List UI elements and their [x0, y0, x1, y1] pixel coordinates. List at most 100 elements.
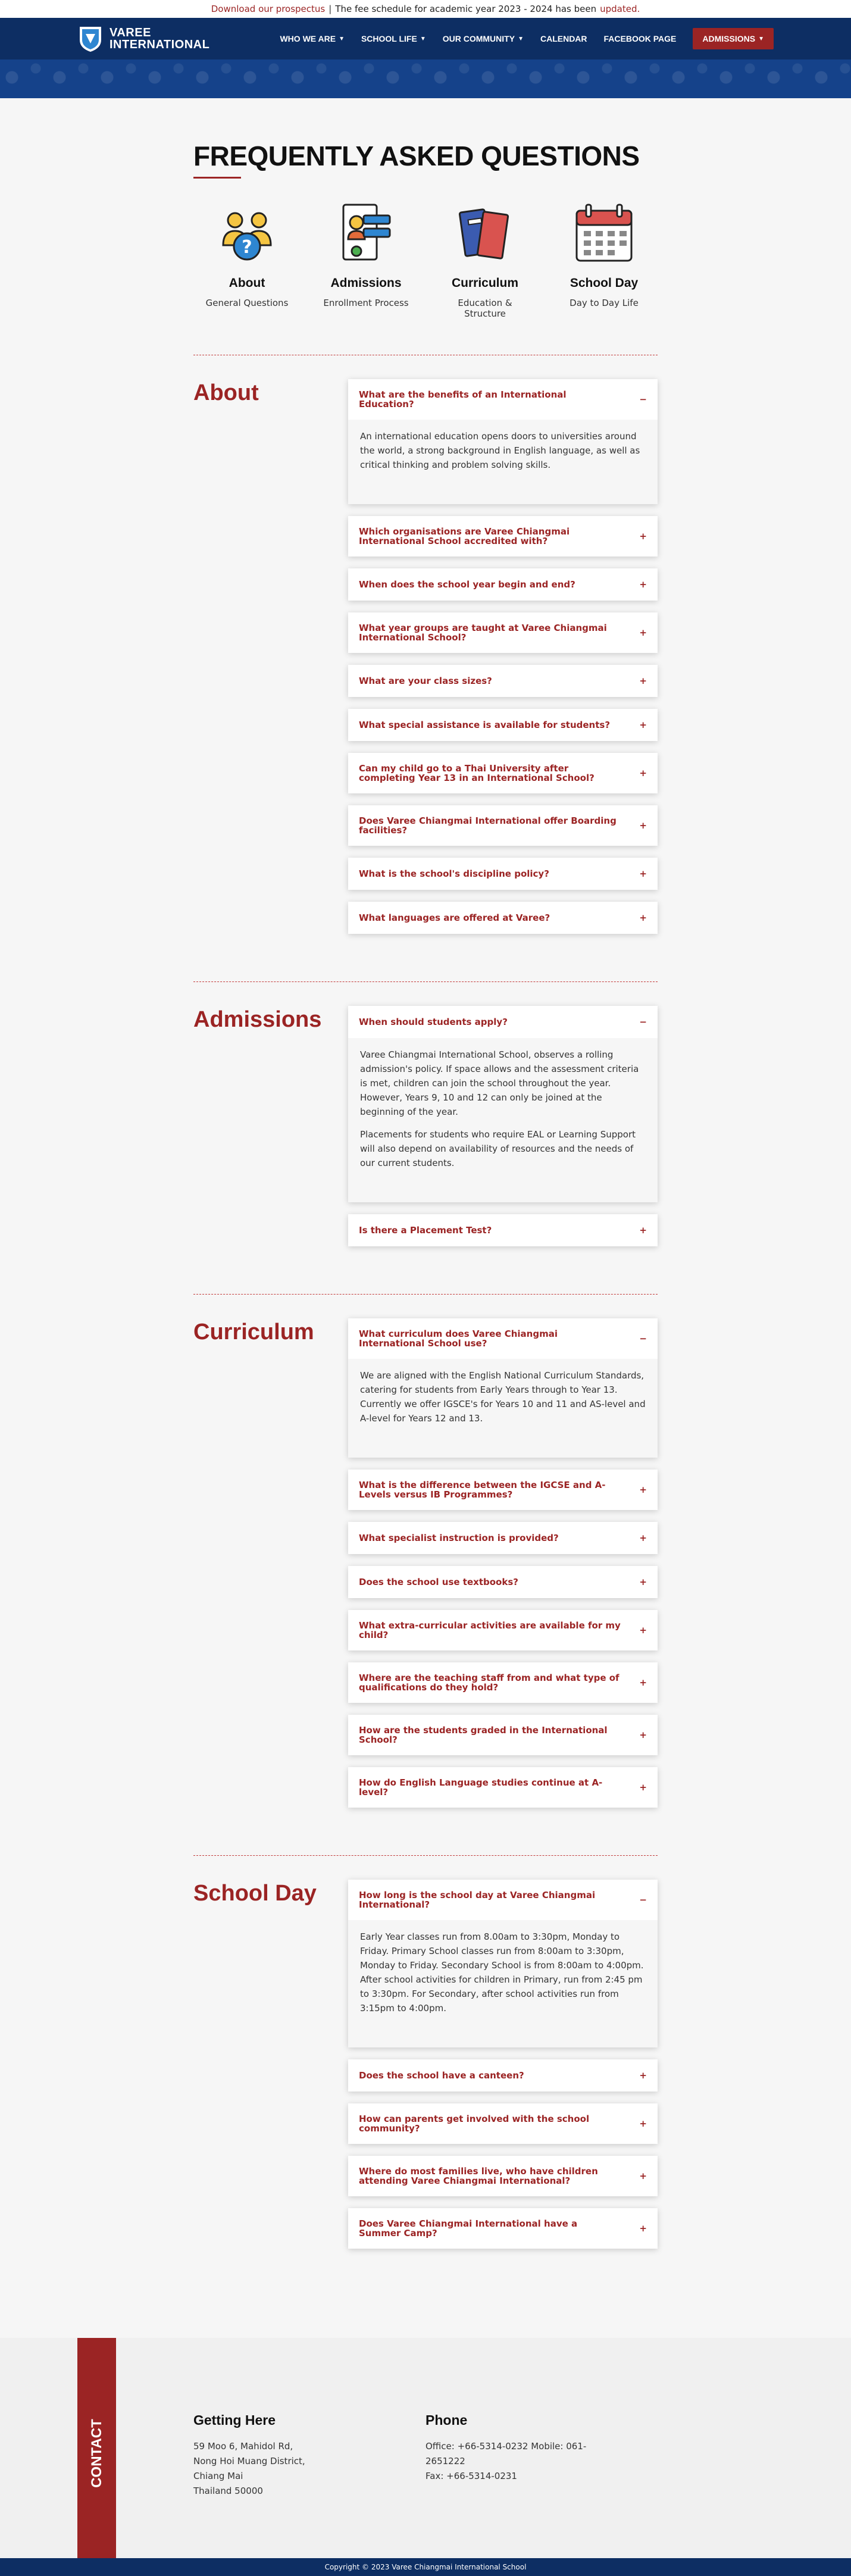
nav-label: OUR COMMUNITY [442, 34, 515, 43]
faq-item: Where do most families live, who have ch… [348, 2156, 658, 2196]
category-card-curriculum[interactable]: Curriculum Education & Structure [437, 198, 533, 319]
category-card-about[interactable]: ? About General Questions [199, 198, 295, 319]
faq-item: Is there a Placement Test? + [348, 1214, 658, 1246]
faq-page: FREQUENTLY ASKED QUESTIONS ? About General… [193, 98, 658, 2261]
faq-question: How can parents get involved with the sc… [359, 2114, 590, 2134]
fee-updated-link[interactable]: updated. [600, 4, 640, 14]
faq-question-toggle[interactable]: What extra-curricular activities are ava… [348, 1610, 658, 1650]
faq-item: When does the school year begin and end?… [348, 568, 658, 601]
faq-question-toggle[interactable]: When does the school year begin and end?… [348, 568, 658, 601]
nav-label: SCHOOL LIFE [361, 34, 417, 43]
chevron-down-icon: ▼ [758, 35, 764, 42]
faq-question-toggle[interactable]: What curriculum does Varee Chiangmai Int… [348, 1318, 658, 1359]
minus-icon: − [639, 1333, 647, 1344]
copyright-bar: Copyright © 2023 Varee Chiangmai Interna… [0, 2558, 851, 2576]
site-logo[interactable]: VAREE INTERNATIONAL [77, 24, 209, 53]
faq-question-toggle[interactable]: What year groups are taught at Varee Chi… [348, 612, 658, 653]
plus-icon: + [639, 2118, 647, 2129]
faq-item: How do English Language studies continue… [348, 1767, 658, 1808]
faq-question-toggle[interactable]: How long is the school day at Varee Chia… [348, 1880, 658, 1920]
nav-label: WHO WE ARE [280, 34, 336, 43]
faq-question-toggle[interactable]: Can my child go to a Thai University aft… [348, 753, 658, 793]
plus-icon: + [639, 627, 647, 638]
category-title: Admissions [330, 276, 402, 290]
faq-question-toggle[interactable]: Is there a Placement Test? + [348, 1214, 658, 1246]
faq-question-toggle[interactable]: What are the benefits of an Internationa… [348, 379, 658, 420]
nav-item-school-life[interactable]: SCHOOL LIFE ▼ [361, 34, 426, 43]
faq-item: Does the school have a canteen? + [348, 2059, 658, 2092]
category-title: About [229, 276, 265, 290]
faq-question-toggle[interactable]: What is the school's discipline policy? + [348, 858, 658, 890]
faq-list: When should students apply? − Varee Chiang… [348, 1006, 658, 1258]
faq-question: Where do most families live, who have ch… [359, 2166, 598, 2186]
faq-question: What curriculum does Varee Chiangmai Int… [359, 1328, 558, 1349]
faq-item: Does the school use textbooks? + [348, 1566, 658, 1598]
phone-title: Phone [425, 2412, 468, 2428]
plus-icon: + [639, 2171, 647, 2181]
faq-item: How can parents get involved with the sc… [348, 2103, 658, 2144]
plus-icon: + [639, 1577, 647, 1587]
nav-item-our-community[interactable]: OUR COMMUNITY ▼ [443, 34, 524, 43]
nav-label: FACEBOOK PAGE [603, 34, 677, 43]
faq-question-toggle[interactable]: Does the school have a canteen? + [348, 2059, 658, 2092]
page-title: FREQUENTLY ASKED QUESTIONS [193, 140, 640, 171]
prospectus-link[interactable]: Download our prospectus [211, 4, 326, 14]
faq-question: Which organisations are Varee Chiangmai … [359, 526, 570, 546]
faq-question-toggle[interactable]: How can parents get involved with the sc… [348, 2103, 658, 2144]
faq-item: What are your class sizes? + [348, 665, 658, 697]
faq-question-toggle[interactable]: Where do most families live, who have ch… [348, 2156, 658, 2196]
faq-question: Does Varee Chiangmai International have … [359, 2218, 578, 2239]
faq-answer-paragraph: We are aligned with the English National… [360, 1370, 646, 1424]
faq-item: When should students apply? − Varee Chiang… [348, 1006, 658, 1202]
faq-question-toggle[interactable]: What languages are offered at Varee? + [348, 902, 658, 934]
faq-question: Does Varee Chiangmai International offer… [359, 815, 617, 836]
plus-icon: + [639, 676, 647, 686]
address-block: Getting Here 59 Moo 6, Mahidol Rd, Nong H… [193, 2412, 390, 2499]
minus-icon: − [639, 1017, 647, 1027]
faq-question: What are your class sizes? [359, 676, 492, 686]
faq-item: What special assistance is available for… [348, 709, 658, 741]
faq-item: What is the school's discipline policy? + [348, 858, 658, 890]
section-divider [193, 1294, 658, 1295]
faq-question-toggle[interactable]: Does Varee Chiangmai International offer… [348, 805, 658, 846]
faq-question-toggle[interactable]: When should students apply? − [348, 1006, 658, 1038]
faq-question: What are the benefits of an Internationa… [359, 389, 567, 409]
separator: | [328, 4, 332, 14]
site-footer: CONTACT Getting Here 59 Moo 6, Mahidol R… [0, 2338, 851, 2576]
category-card-admissions[interactable]: Admissions Enrollment Process [318, 198, 414, 319]
nav-item-facebook-page[interactable]: FACEBOOK PAGE [604, 34, 677, 43]
address-title: Getting Here [193, 2412, 276, 2428]
phone-line: Office: +66-5314-0232 Mobile: 061-265122… [425, 2441, 587, 2466]
faq-item: What extra-curricular activities are ava… [348, 1610, 658, 1650]
admissions-button[interactable]: ADMISSIONS ▼ [693, 28, 774, 49]
faq-question-toggle[interactable]: What special assistance is available for… [348, 709, 658, 741]
faq-list: What curriculum does Varee Chiangmai Int… [348, 1318, 658, 1820]
header-pattern [0, 60, 851, 98]
section-title: Curriculum [193, 1320, 314, 1345]
faq-answer: Varee Chiangmai International School, ob… [348, 1038, 658, 1202]
nav-item-who-we-are[interactable]: WHO WE ARE ▼ [280, 34, 345, 43]
faq-question: Where are the teaching staff from and wh… [359, 1672, 620, 1693]
faq-question: What languages are offered at Varee? [359, 912, 550, 923]
category-card-school-day[interactable]: School Day Day to Day Life [556, 198, 652, 319]
faq-question-toggle[interactable]: Does the school use textbooks? + [348, 1566, 658, 1598]
faq-question-toggle[interactable]: How are the students graded in the Inter… [348, 1715, 658, 1755]
faq-question-toggle[interactable]: What is the difference between the IGCSE… [348, 1470, 658, 1510]
category-subtitle: Enrollment Process [323, 298, 409, 308]
faq-answer-paragraph: Varee Chiangmai International School, ob… [360, 1049, 639, 1117]
plus-icon: + [639, 820, 647, 831]
faq-question-toggle[interactable]: Does Varee Chiangmai International have … [348, 2208, 658, 2249]
faq-question: When does the school year begin and end? [359, 579, 575, 590]
faq-answer: Early Year classes run from 8.00am to 3:… [348, 1920, 658, 2047]
faq-item: Can my child go to a Thai University aft… [348, 753, 658, 793]
faq-question-toggle[interactable]: Where are the teaching staff from and wh… [348, 1662, 658, 1703]
faq-question: Can my child go to a Thai University aft… [359, 763, 595, 783]
category-grid: ? About General Questions Admissions Enrollm… [193, 179, 658, 319]
nav-item-calendar[interactable]: CALENDAR [540, 34, 587, 43]
faq-question-toggle[interactable]: How do English Language studies continue… [348, 1767, 658, 1808]
address-line: 59 Moo 6, Mahidol Rd, [193, 2441, 293, 2452]
nav-label: CALENDAR [540, 34, 587, 43]
faq-question-toggle[interactable]: What are your class sizes? + [348, 665, 658, 697]
faq-question-toggle[interactable]: What specialist instruction is provided?… [348, 1522, 658, 1554]
faq-question-toggle[interactable]: Which organisations are Varee Chiangmai … [348, 516, 658, 557]
